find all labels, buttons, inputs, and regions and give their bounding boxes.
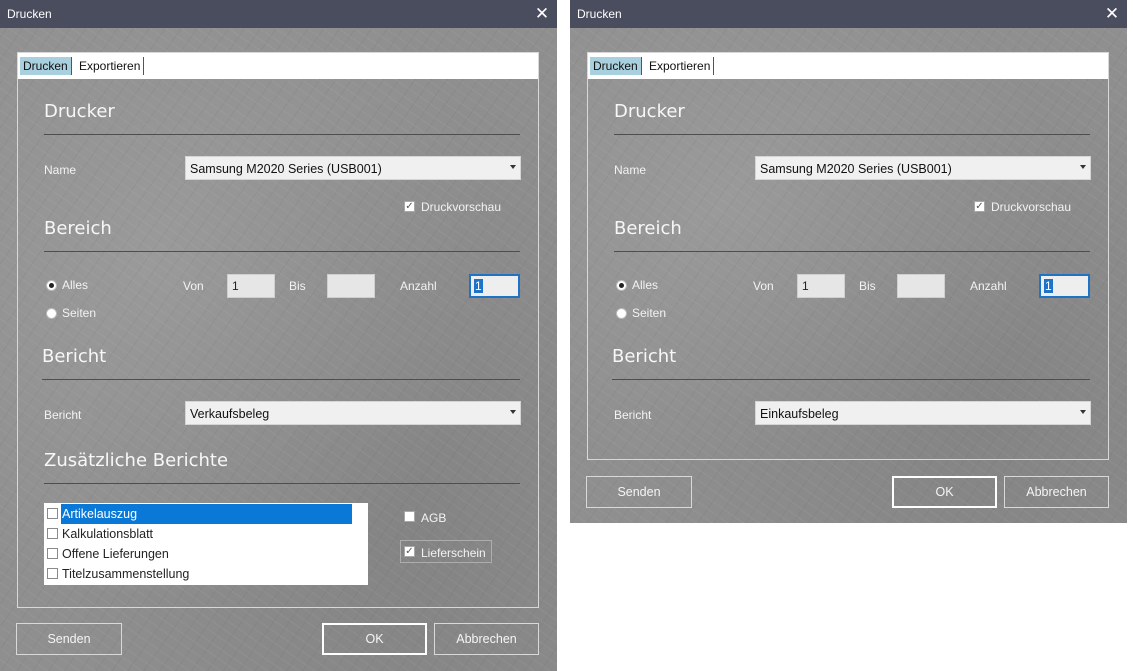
checkbox-icon[interactable]: ✓: [974, 201, 985, 212]
report-select-value: Verkaufsbeleg: [190, 407, 270, 421]
print-preview-label[interactable]: Druckvorschau: [991, 200, 1071, 214]
list-item-label: Offene Lieferungen: [62, 547, 169, 561]
checkbox-icon[interactable]: [47, 528, 58, 539]
additional-reports-list[interactable]: Artikelauszug Kalkulationsblatt Offene L…: [44, 503, 368, 585]
from-label: Von: [753, 279, 774, 293]
printer-name-label: Name: [614, 163, 647, 177]
count-input-value: 1: [474, 279, 483, 293]
count-input[interactable]: 1: [469, 274, 520, 298]
print-preview-label[interactable]: Druckvorschau: [421, 200, 501, 214]
cancel-button[interactable]: Abbrechen: [434, 623, 539, 655]
list-item-label: Titelzusammenstellung: [62, 567, 190, 581]
printer-select[interactable]: Samsung M2020 Series (USB001): [755, 156, 1091, 180]
tab-strip: Drucken Exportieren: [588, 53, 1108, 79]
radio-icon[interactable]: [46, 308, 57, 319]
tab-exportieren[interactable]: Exportieren: [76, 57, 145, 75]
chevron-down-icon: [1080, 165, 1086, 169]
divider: [614, 134, 1090, 135]
count-label: Anzahl: [400, 279, 437, 293]
report-select[interactable]: Einkaufsbeleg: [755, 401, 1091, 425]
window-title: Drucken: [577, 7, 622, 21]
chevron-down-icon: [510, 165, 516, 169]
ok-button[interactable]: OK: [322, 623, 427, 655]
divider: [44, 483, 520, 484]
from-input[interactable]: 1: [227, 274, 275, 298]
to-label: Bis: [859, 279, 876, 293]
list-item[interactable]: Titelzusammenstellung: [44, 564, 368, 584]
report-select-value: Einkaufsbeleg: [760, 407, 839, 421]
close-icon[interactable]: ✕: [1097, 0, 1127, 28]
printer-select-value: Samsung M2020 Series (USB001): [760, 162, 952, 176]
checkbox-icon[interactable]: [47, 568, 58, 579]
print-dialog-purchase: Drucken ✕ Drucken Exportieren Drucker Na…: [570, 0, 1127, 523]
printer-heading: Drucker: [44, 101, 115, 122]
count-input-value: 1: [1044, 279, 1053, 293]
radio-icon[interactable]: [616, 280, 627, 291]
report-label: Bericht: [614, 408, 652, 422]
checkbox-icon[interactable]: ✓: [404, 201, 415, 212]
list-item-label: Artikelauszug: [61, 504, 352, 524]
list-item[interactable]: Artikelauszug: [44, 504, 368, 524]
print-dialog-sales: Drucken ✕ Drucken Exportieren Drucker Na…: [0, 0, 557, 671]
printer-select-value: Samsung M2020 Series (USB001): [190, 162, 382, 176]
checkbox-icon[interactable]: ✓: [404, 546, 415, 557]
tab-panel: Drucken Exportieren Drucker Name Samsung…: [587, 52, 1109, 460]
send-button[interactable]: Senden: [16, 623, 122, 655]
to-input[interactable]: [327, 274, 375, 298]
divider: [614, 251, 1090, 252]
tab-drucken[interactable]: Drucken: [20, 57, 72, 75]
count-label: Anzahl: [970, 279, 1007, 293]
title-bar[interactable]: Drucken ✕: [570, 0, 1127, 28]
range-all-label[interactable]: Alles: [62, 278, 88, 292]
ok-button[interactable]: OK: [892, 476, 997, 508]
range-pages-label[interactable]: Seiten: [62, 306, 96, 320]
range-heading: Bereich: [614, 218, 682, 239]
tab-panel: Drucken Exportieren Drucker Name Samsung…: [17, 52, 539, 608]
from-label: Von: [183, 279, 204, 293]
printer-select[interactable]: Samsung M2020 Series (USB001): [185, 156, 521, 180]
radio-icon[interactable]: [616, 308, 627, 319]
close-icon[interactable]: ✕: [527, 0, 557, 28]
chevron-down-icon: [1080, 410, 1086, 414]
window-title: Drucken: [7, 7, 52, 21]
checkbox-icon[interactable]: [404, 511, 415, 522]
range-heading: Bereich: [44, 218, 112, 239]
printer-heading: Drucker: [614, 101, 685, 122]
divider: [612, 379, 1090, 380]
to-input[interactable]: [897, 274, 945, 298]
divider: [44, 251, 520, 252]
count-input[interactable]: 1: [1039, 274, 1090, 298]
checkbox-icon[interactable]: [47, 508, 58, 519]
printer-name-label: Name: [44, 163, 77, 177]
range-all-label[interactable]: Alles: [632, 278, 658, 292]
divider: [42, 379, 520, 380]
report-heading: Bericht: [612, 346, 677, 367]
tab-exportieren[interactable]: Exportieren: [646, 57, 715, 75]
list-item-label: Kalkulationsblatt: [62, 527, 154, 541]
divider: [44, 134, 520, 135]
agb-label[interactable]: AGB: [421, 511, 446, 525]
report-heading: Bericht: [42, 346, 107, 367]
from-input[interactable]: 1: [797, 274, 845, 298]
chevron-down-icon: [510, 410, 516, 414]
report-select[interactable]: Verkaufsbeleg: [185, 401, 521, 425]
tab-strip: Drucken Exportieren: [18, 53, 538, 79]
list-item[interactable]: Offene Lieferungen: [44, 544, 368, 564]
report-label: Bericht: [44, 408, 82, 422]
lieferschein-label[interactable]: Lieferschein: [421, 546, 486, 560]
tab-drucken[interactable]: Drucken: [590, 57, 642, 75]
send-button[interactable]: Senden: [586, 476, 692, 508]
title-bar[interactable]: Drucken ✕: [0, 0, 557, 28]
to-label: Bis: [289, 279, 306, 293]
checkbox-icon[interactable]: [47, 548, 58, 559]
radio-icon[interactable]: [46, 280, 57, 291]
cancel-button[interactable]: Abbrechen: [1004, 476, 1109, 508]
range-pages-label[interactable]: Seiten: [632, 306, 666, 320]
additional-reports-heading: Zusätzliche Berichte: [44, 450, 229, 471]
list-item[interactable]: Kalkulationsblatt: [44, 524, 368, 544]
